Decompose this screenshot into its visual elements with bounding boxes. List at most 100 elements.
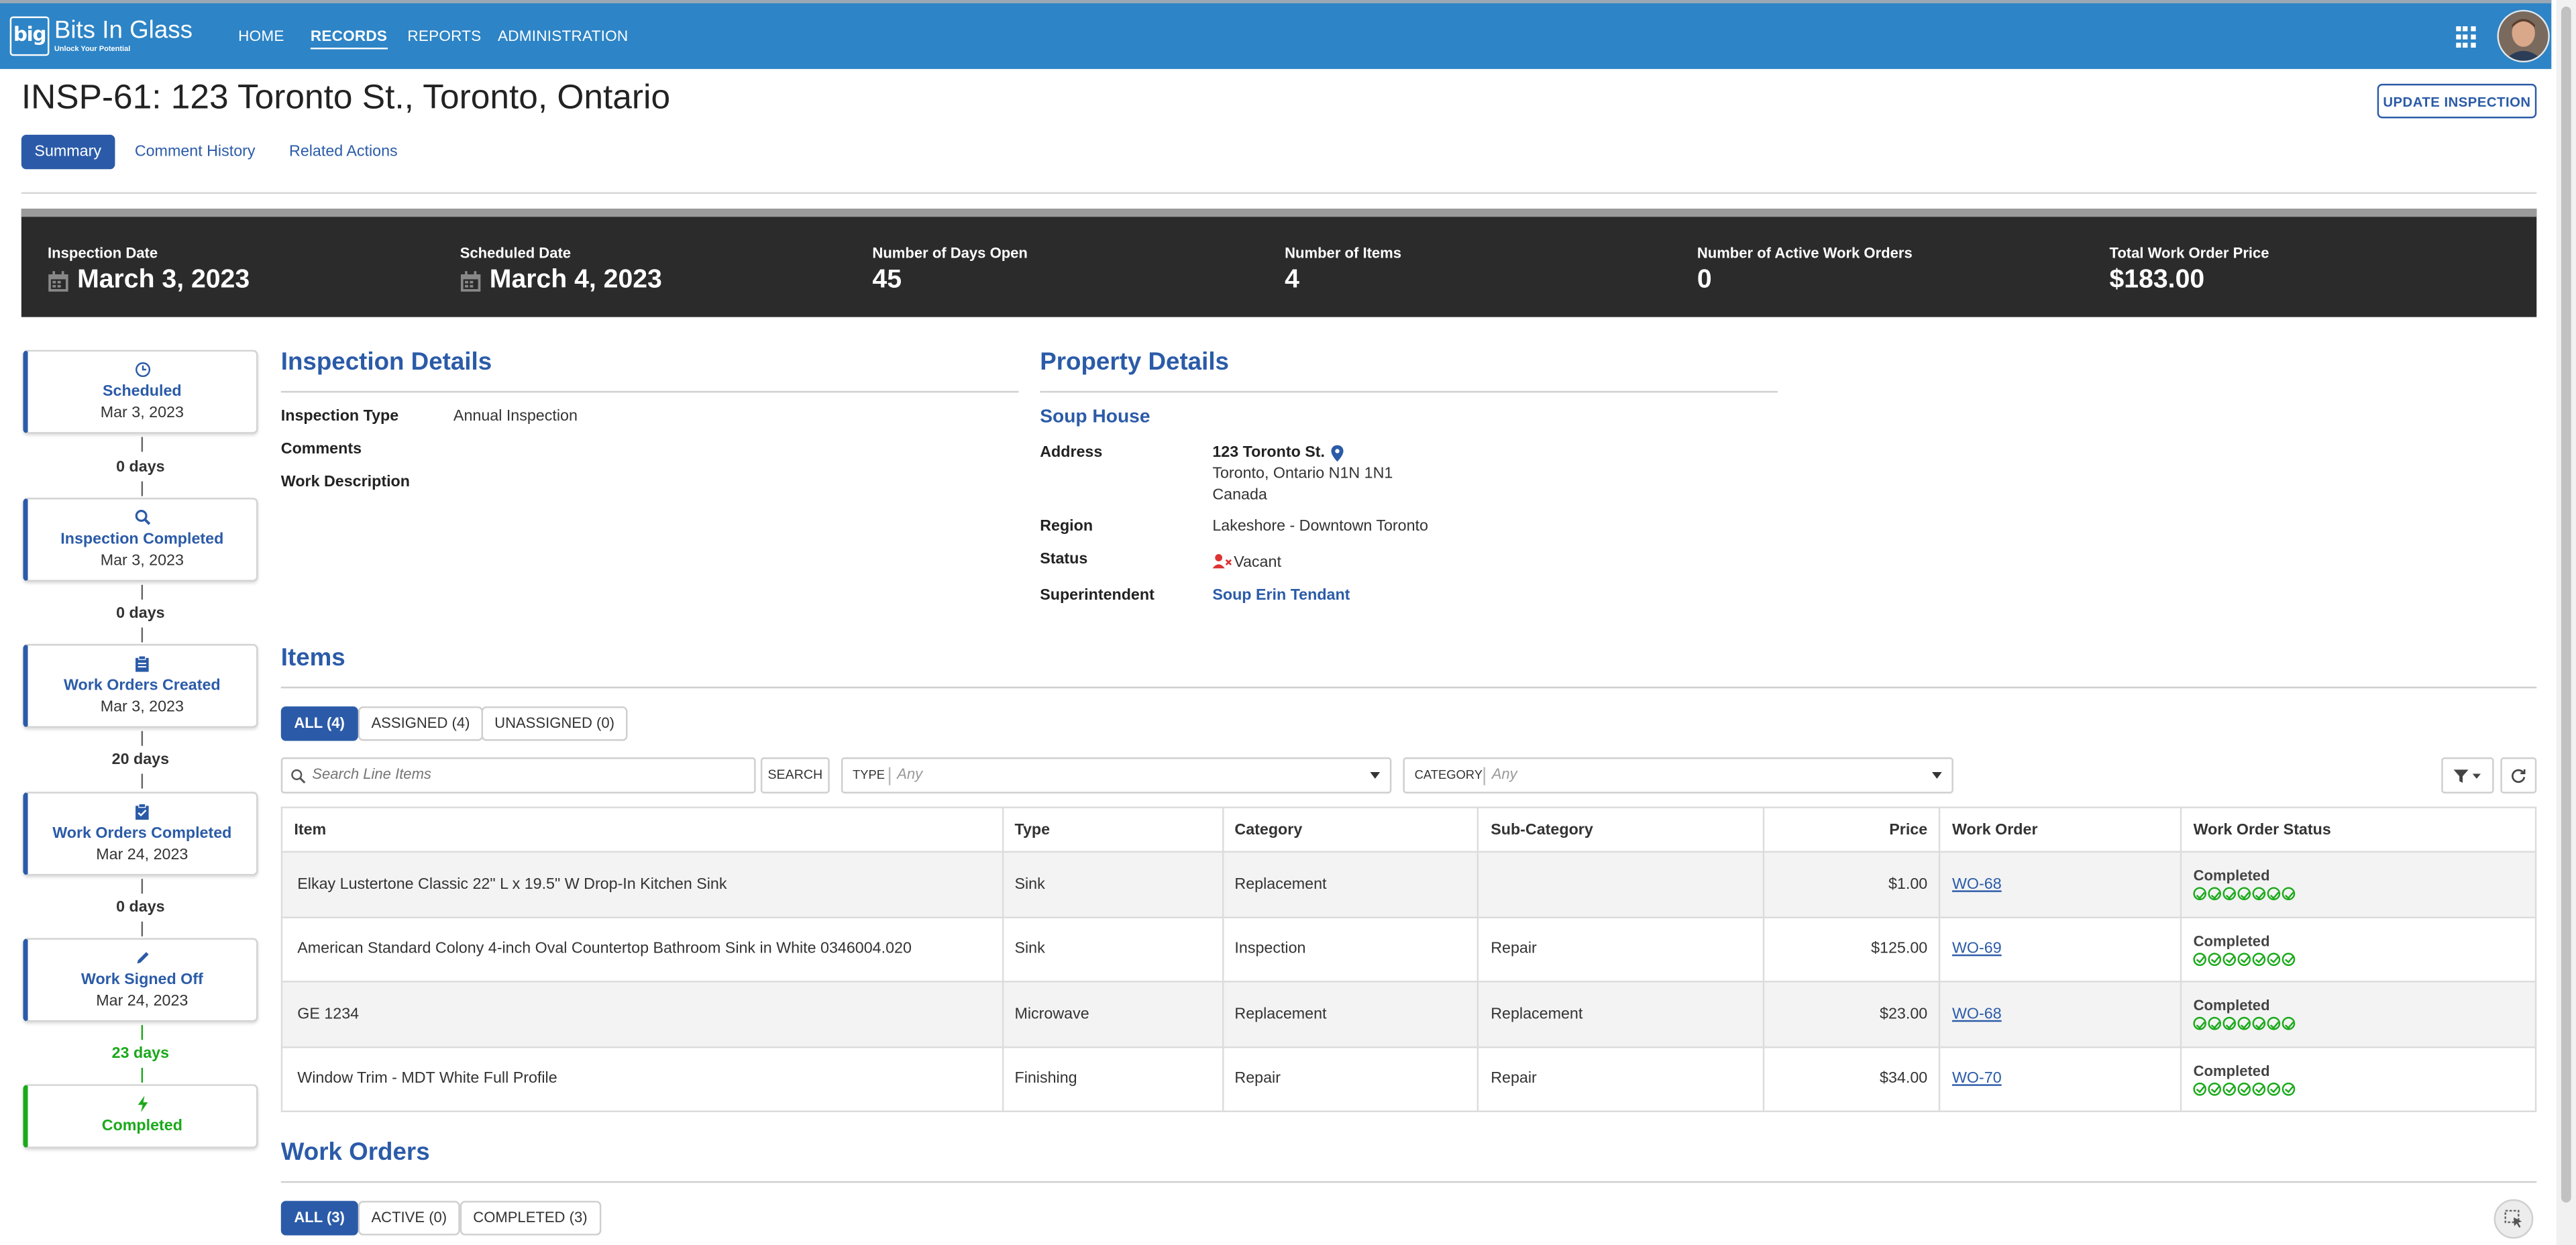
step-title: Work Orders Completed <box>52 824 232 843</box>
cell-category: Repair <box>1221 1045 1480 1112</box>
timeline-gap: 0 days <box>116 898 165 917</box>
address-line2: Toronto, Ontario N1N 1N1 <box>1212 465 1393 484</box>
property-name-link[interactable]: Soup House <box>1040 407 1150 427</box>
nav-home[interactable]: HOME <box>238 28 284 44</box>
kpi-bar: Inspection Date March 3, 2023 Scheduled … <box>21 209 2537 317</box>
feedback-button[interactable] <box>2493 1199 2534 1239</box>
cell-work-order-status: Completed <box>2180 916 2537 983</box>
refresh-button[interactable] <box>2500 757 2537 794</box>
items-filter-assigned[interactable]: ASSIGNED (4) <box>358 706 484 741</box>
kpi-number-items: Number of Items 4 <box>1285 245 1401 296</box>
clipboard-icon <box>136 655 149 672</box>
property-details-title: Property Details <box>1040 348 1229 376</box>
category-dropdown-label: CATEGORY <box>1414 767 1483 782</box>
section-divider <box>280 1181 2537 1183</box>
timeline-gap: 23 days <box>111 1044 170 1063</box>
search-input[interactable] <box>309 763 743 784</box>
column-header-category[interactable]: Category <box>1221 806 1480 853</box>
timeline-step-completed: Completed <box>23 1084 258 1148</box>
search-button[interactable]: SEARCH <box>760 757 830 794</box>
status-text: Completed <box>2193 1062 2270 1079</box>
tab-related-actions[interactable]: Related Actions <box>289 135 398 169</box>
region-value: Lakeshore - Downtown Toronto <box>1212 517 1428 536</box>
user-avatar[interactable] <box>2497 9 2550 63</box>
map-pin-icon[interactable] <box>1331 445 1344 462</box>
status-text: Completed <box>2193 997 2270 1014</box>
status-text: Completed <box>2193 867 2270 885</box>
cell-price: $1.00 <box>1763 851 1941 918</box>
kpi-value: March 3, 2023 <box>77 266 250 294</box>
cell-subcategory: Repair <box>1477 1045 1765 1112</box>
cell-type: Microwave <box>1001 981 1224 1048</box>
page-scrollbar[interactable] <box>2556 0 2576 1245</box>
kpi-active-work-orders: Number of Active Work Orders 0 <box>1697 245 1913 296</box>
tab-summary[interactable]: Summary <box>21 134 115 170</box>
superintendent-link[interactable]: Soup Erin Tendant <box>1212 586 1350 604</box>
items-filter-unassigned[interactable]: UNASSIGNED (0) <box>481 706 628 741</box>
items-title: Items <box>280 644 345 672</box>
work-orders-title: Work Orders <box>280 1138 430 1167</box>
column-header-type[interactable]: Type <box>1001 806 1224 853</box>
type-dropdown[interactable]: TYPE Any <box>841 757 1392 794</box>
region-label: Region <box>1040 517 1093 536</box>
filter-menu-button[interactable] <box>2441 757 2494 794</box>
status-value: Vacant <box>1234 553 1281 572</box>
pen-icon <box>136 952 148 964</box>
work-orders-filter-all[interactable]: ALL (3) <box>280 1201 358 1236</box>
column-header-subcategory[interactable]: Sub-Category <box>1477 806 1765 853</box>
category-dropdown[interactable]: CATEGORY Any <box>1403 757 1953 794</box>
apps-grid-icon[interactable] <box>2456 26 2477 48</box>
tab-comment-history[interactable]: Comment History <box>135 135 256 169</box>
nav-administration[interactable]: ADMINISTRATION <box>498 28 628 44</box>
chevron-down-icon <box>1370 772 1381 779</box>
step-date: Mar 24, 2023 <box>96 846 189 865</box>
clock-icon <box>134 362 150 378</box>
refresh-icon <box>2512 769 2526 783</box>
work-order-link[interactable]: WO-68 <box>1952 1005 2002 1023</box>
cell-category: Replacement <box>1221 851 1480 918</box>
work-order-link[interactable]: WO-69 <box>1952 940 2002 958</box>
cell-price: $34.00 <box>1763 1045 1941 1112</box>
cell-price: $23.00 <box>1763 981 1941 1048</box>
cell-subcategory: Replacement <box>1477 981 1765 1048</box>
brand-tagline: Unlock Your Potential <box>54 44 131 53</box>
timeline-step-scheduled: Scheduled Mar 3, 2023 <box>23 349 258 434</box>
status-progress-icon <box>2193 887 2524 901</box>
work-order-link[interactable]: WO-68 <box>1952 875 2002 894</box>
nav-records[interactable]: RECORDS <box>310 28 387 50</box>
update-inspection-button[interactable]: UPDATE INSPECTION <box>2377 83 2537 119</box>
brand-logo[interactable]: big <box>9 16 50 56</box>
cell-work-order: WO-68 <box>1939 981 2182 1048</box>
cell-subcategory <box>1477 851 1765 918</box>
kpi-label: Number of Items <box>1285 244 1402 262</box>
timeline-gap: 0 days <box>116 604 165 623</box>
inspection-type-value: Annual Inspection <box>453 407 578 426</box>
column-header-work-order-status[interactable]: Work Order Status <box>2180 806 2537 853</box>
table-row: American Standard Colony 4-inch Oval Cou… <box>280 916 2537 983</box>
column-header-item[interactable]: Item <box>280 806 1004 853</box>
cell-item: Window Trim - MDT White Full Profile <box>280 1045 1004 1112</box>
app-root: big Bits In Glass Unlock Your Potential … <box>0 0 2576 1245</box>
table-header-row: Item Type Category Sub-Category Price Wo… <box>280 806 2537 853</box>
nav-reports[interactable]: REPORTS <box>407 28 481 44</box>
cell-item: GE 1234 <box>280 981 1004 1048</box>
cell-work-order: WO-70 <box>1939 1045 2182 1112</box>
kpi-value: 4 <box>1285 266 1299 294</box>
superintendent-label: Superintendent <box>1040 586 1155 605</box>
search-line-items-field[interactable] <box>280 757 756 794</box>
work-orders-filter-active[interactable]: ACTIVE (0) <box>358 1201 460 1236</box>
work-order-link[interactable]: WO-70 <box>1952 1070 2002 1088</box>
section-divider <box>280 390 1019 393</box>
table-row: Elkay Lustertone Classic 22" L x 19.5" W… <box>280 851 2537 918</box>
kpi-value: $183.00 <box>2109 266 2205 294</box>
calendar-icon <box>460 270 481 291</box>
timeline-step-work-orders-completed: Work Orders Completed Mar 24, 2023 <box>23 792 258 876</box>
work-orders-filter-completed[interactable]: COMPLETED (3) <box>460 1201 601 1236</box>
status-progress-icon <box>2193 1082 2524 1095</box>
address-label: Address <box>1040 443 1103 462</box>
column-header-price[interactable]: Price <box>1763 806 1941 853</box>
items-filter-all[interactable]: ALL (4) <box>280 706 358 741</box>
kpi-label: Scheduled Date <box>460 244 572 262</box>
column-header-work-order[interactable]: Work Order <box>1939 806 2182 853</box>
step-title: Work Orders Created <box>64 676 221 695</box>
